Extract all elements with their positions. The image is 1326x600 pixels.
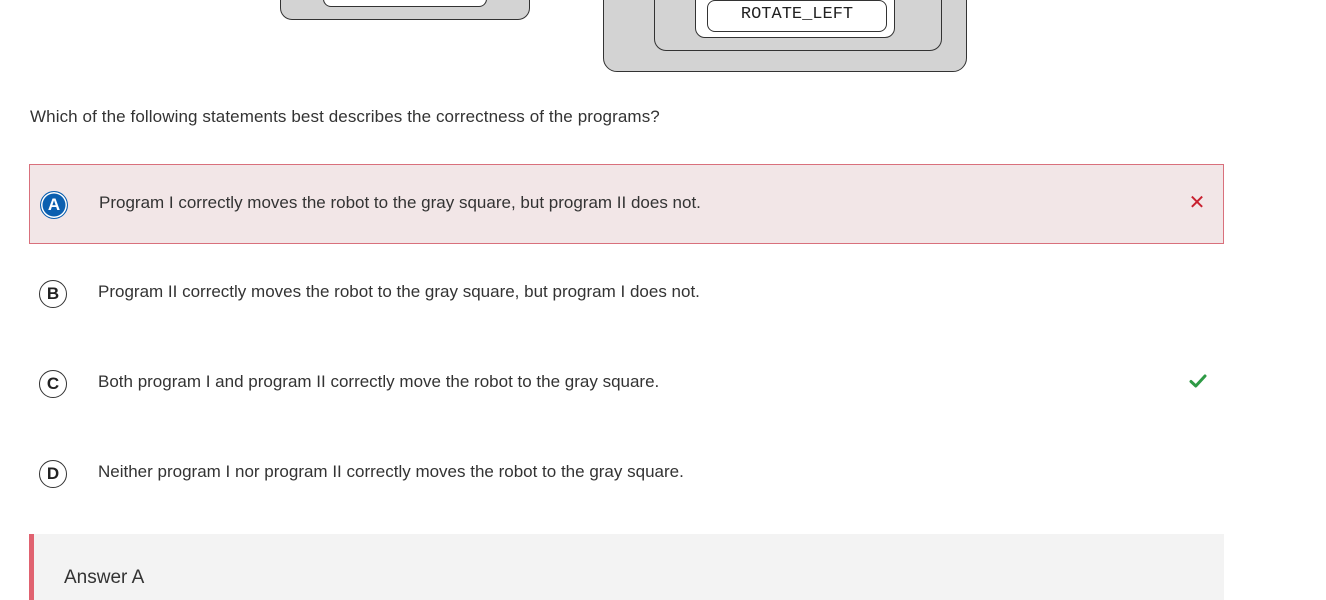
code-block-inner bbox=[323, 0, 487, 7]
code-block-repeat: ROTATE_LEFT bbox=[654, 0, 942, 51]
option-b-letter: B bbox=[39, 280, 67, 308]
option-c[interactable]: C Both program I and program II correctl… bbox=[29, 344, 1224, 424]
option-d-letter: D bbox=[39, 460, 67, 488]
question-page: ROTATE_LEFT Which of the following state… bbox=[0, 0, 1326, 600]
answer-explanation-panel: Answer A bbox=[29, 534, 1224, 600]
option-b[interactable]: B Program II correctly moves the robot t… bbox=[29, 254, 1224, 334]
option-a-letter: A bbox=[40, 191, 68, 219]
question-text: Which of the following statements best d… bbox=[30, 107, 660, 126]
option-a-text: Program I correctly moves the robot to t… bbox=[99, 193, 701, 212]
code-block-program-2: ROTATE_LEFT bbox=[603, 0, 967, 72]
option-d-text: Neither program I nor program II correct… bbox=[98, 462, 684, 481]
check-icon bbox=[1188, 372, 1208, 392]
x-icon: ✕ bbox=[1188, 192, 1206, 214]
option-c-letter: C bbox=[39, 370, 67, 398]
option-a[interactable]: A Program I correctly moves the robot to… bbox=[29, 164, 1224, 244]
rotate-left-command: ROTATE_LEFT bbox=[707, 0, 887, 32]
answer-label: Answer A bbox=[64, 567, 145, 588]
option-b-text: Program II correctly moves the robot to … bbox=[98, 282, 700, 301]
option-c-text: Both program I and program II correctly … bbox=[98, 372, 660, 391]
option-d[interactable]: D Neither program I nor program II corre… bbox=[29, 434, 1224, 514]
code-block-program-1 bbox=[280, 0, 530, 20]
